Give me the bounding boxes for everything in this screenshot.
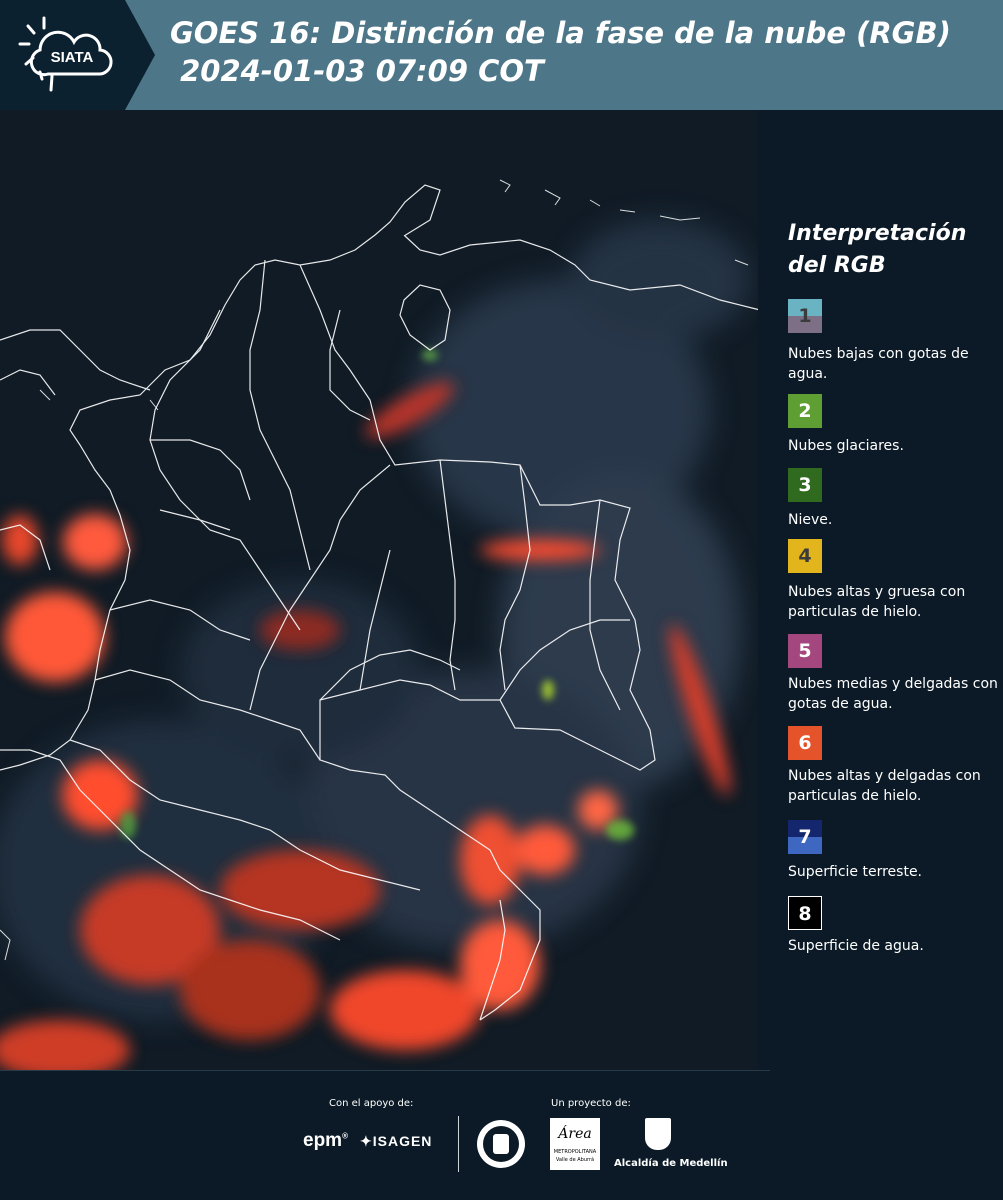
isagen-logo: ✦ISAGEN (360, 1133, 433, 1149)
title-line-1: GOES 16: Distinción de la fase de la nub… (170, 16, 951, 50)
area-metropolitana-logo: Área METROPOLITANA Valle de Aburrá (550, 1118, 600, 1170)
project-label: Un proyecto de: (551, 1098, 631, 1109)
legend-swatch-1: 1 (788, 299, 822, 333)
alcaldia-shield-icon (645, 1118, 671, 1150)
legend-label-1: Nubes bajas con gotas de agua. (788, 346, 969, 382)
legend-swatch-6: 6 (788, 726, 822, 760)
siata-logo: SIATA (0, 0, 155, 110)
footer-separator (458, 1116, 459, 1172)
legend-swatch-4: 4 (788, 539, 822, 573)
legend-swatch-5: 5 (788, 634, 822, 668)
support-label: Con el apoyo de: (329, 1098, 414, 1109)
legend-label-4: Nubes altas y gruesa con particulas de h… (788, 584, 966, 620)
legend-label-3: Nieve. (788, 512, 833, 528)
isagen-icon: ✦ (360, 1133, 373, 1149)
legend-swatch-2: 2 (788, 394, 822, 428)
legend-panel: Interpretación del RGB 1 Nubes bajas con… (760, 110, 1003, 1070)
legend-label-5: Nubes medias y delgadas con gotas de agu… (788, 676, 998, 712)
title-line-2: 2024-01-03 07:09 COT (170, 54, 544, 88)
legend-swatch-7: 7 (788, 820, 822, 854)
epm-logo: epm® (303, 1130, 348, 1151)
footer: Con el apoyo de: Un proyecto de: epm® ✦I… (0, 1070, 1003, 1200)
medellin-seal (477, 1120, 525, 1168)
legend-title: Interpretación del RGB (788, 221, 967, 278)
footer-divider (0, 1070, 770, 1071)
satellite-map[interactable] (0, 110, 758, 1070)
page-title: GOES 16: Distinción de la fase de la nub… (170, 14, 951, 90)
alcaldia-label: Alcaldía de Medellín (614, 1158, 728, 1169)
legend-label-8: Superficie de agua. (788, 938, 924, 954)
header-bar: SIATA GOES 16: Distinción de la fase de … (0, 0, 1003, 110)
legend-label-7: Superficie terreste. (788, 864, 923, 880)
legend-label-2: Nubes glaciares. (788, 438, 904, 454)
legend-label-6: Nubes altas y delgadas con particulas de… (788, 768, 981, 804)
legend-swatch-3: 3 (788, 468, 822, 502)
logo-text: SIATA (51, 49, 94, 66)
legend-swatch-8: 8 (788, 896, 822, 930)
